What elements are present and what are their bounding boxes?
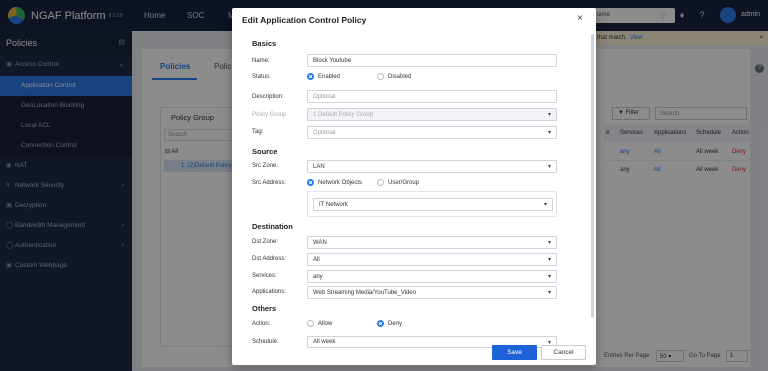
src-object-value: IT Network: [319, 202, 348, 208]
caret-down-icon: ▾: [547, 130, 551, 136]
dialog-title: Edit Application Control Policy: [242, 15, 367, 25]
section-destination: Destination: [252, 222, 293, 231]
section-others: Others: [252, 304, 277, 313]
dst-address-value: All: [313, 257, 320, 263]
status-label: Status:: [252, 74, 271, 80]
description-label: Description:: [252, 94, 284, 100]
schedule-value: All week: [313, 339, 336, 345]
caret-down-icon: ▾: [543, 202, 547, 208]
tag-select[interactable]: Optional ▾: [307, 126, 557, 139]
tag-label: Tag:: [252, 129, 264, 135]
radio-label: Disabled: [388, 73, 412, 80]
radio-unselected-icon: [377, 179, 384, 186]
src-object-select[interactable]: IT Network ▾: [313, 198, 553, 211]
radio-label: User/Group: [388, 179, 420, 186]
section-basics: Basics: [252, 39, 277, 48]
action-deny-radio[interactable]: Deny: [377, 320, 402, 327]
services-value: any: [313, 274, 323, 280]
status-enabled-radio[interactable]: Enabled: [307, 73, 340, 80]
dst-zone-label: Dst Zone:: [252, 239, 279, 245]
services-select[interactable]: any ▾: [307, 270, 557, 283]
radio-label: Enabled: [318, 73, 341, 80]
applications-label: Applications:: [252, 289, 287, 295]
caret-down-icon: ▾: [547, 257, 551, 263]
radio-unselected-icon: [307, 320, 314, 327]
radio-label: Deny: [388, 320, 403, 327]
close-icon[interactable]: ×: [577, 13, 583, 24]
radio-selected-icon: [307, 179, 314, 186]
dst-zone-select[interactable]: WAN ▾: [307, 236, 557, 249]
applications-value: Web Streaming Media/YouTube_Video: [313, 290, 417, 296]
src-zone-label: Src Zone:: [252, 163, 279, 169]
name-field[interactable]: Block Youtube: [307, 54, 557, 67]
src-user-group-radio[interactable]: User/Group: [377, 179, 419, 186]
status-disabled-radio[interactable]: Disabled: [377, 73, 411, 80]
caret-down-icon: ▾: [547, 240, 551, 246]
radio-label: Allow: [318, 320, 333, 327]
dialog-body: Basics Name: Block Youtube Status: Enabl…: [232, 32, 596, 340]
src-address-label: Src Address:: [252, 180, 287, 186]
policy-group-value: 1.Default Policy Group: [313, 112, 374, 118]
radio-selected-icon: [307, 73, 314, 80]
radio-selected-icon: [377, 320, 384, 327]
save-button[interactable]: Save: [492, 345, 537, 360]
src-zone-select[interactable]: LAN ▾: [307, 160, 557, 173]
caret-down-icon: ▾: [547, 274, 551, 280]
edit-policy-dialog: Edit Application Control Policy × Basics…: [232, 8, 596, 365]
description-placeholder: Optional: [313, 94, 336, 100]
radio-unselected-icon: [377, 73, 384, 80]
dst-zone-value: WAN: [313, 240, 327, 246]
src-zone-value: LAN: [313, 164, 325, 170]
cancel-button[interactable]: Cancel: [541, 345, 586, 360]
name-value: Block Youtube: [313, 58, 352, 64]
action-label: Action:: [252, 321, 271, 327]
name-label: Name:: [252, 58, 270, 64]
dst-address-label: Dst Address:: [252, 256, 287, 262]
policy-group-label: Policy Group: [252, 112, 287, 118]
caret-down-icon: ▾: [547, 164, 551, 170]
action-allow-radio[interactable]: Allow: [307, 320, 332, 327]
description-field[interactable]: Optional: [307, 90, 557, 103]
radio-label: Network Objects: [318, 179, 363, 186]
services-label: Services:: [252, 273, 277, 279]
tag-placeholder: Optional: [313, 130, 336, 136]
src-network-objects-radio[interactable]: Network Objects: [307, 179, 362, 186]
applications-select[interactable]: Web Streaming Media/YouTube_Video ▾: [307, 286, 557, 299]
src-object-box: IT Network ▾: [307, 191, 557, 217]
dst-address-select[interactable]: All ▾: [307, 253, 557, 266]
caret-down-icon: ▾: [547, 290, 551, 296]
section-source: Source: [252, 147, 278, 156]
schedule-label: Schedule:: [252, 339, 279, 345]
caret-down-icon: ▾: [547, 112, 551, 118]
policy-group-select: 1.Default Policy Group ▾: [307, 108, 557, 121]
